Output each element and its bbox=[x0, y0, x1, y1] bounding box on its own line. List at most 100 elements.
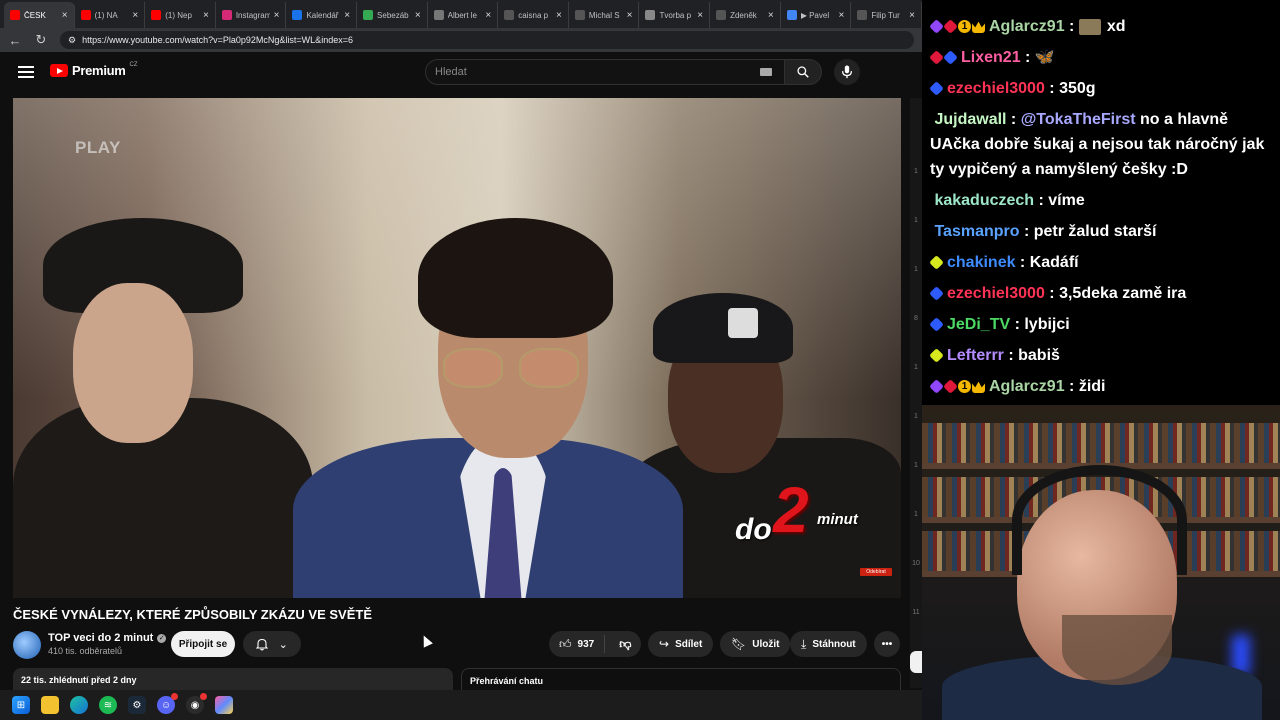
chat-badges: 1 bbox=[929, 379, 985, 395]
chat-text: víme bbox=[1048, 192, 1085, 209]
tab-close-icon[interactable]: × bbox=[415, 10, 421, 21]
chat-replay-label: Přehrávání chatu bbox=[470, 676, 544, 686]
browser-tab[interactable]: Michal S × bbox=[569, 2, 640, 28]
menu-icon[interactable] bbox=[18, 66, 34, 78]
like-button[interactable]: 👍︎ 937 bbox=[549, 635, 606, 653]
browser-tab[interactable]: Sebezáb × bbox=[357, 2, 428, 28]
blue-badge-icon bbox=[929, 286, 944, 302]
chat-username[interactable]: kakaduczech bbox=[934, 192, 1034, 209]
tab-close-icon[interactable]: × bbox=[203, 10, 209, 21]
watermark-do: do bbox=[735, 513, 772, 546]
tab-favicon-icon bbox=[363, 10, 374, 20]
browser-tab[interactable]: Filip Tur × bbox=[851, 2, 922, 28]
tab-favicon-icon bbox=[645, 10, 656, 20]
browser-tab[interactable]: Instagram × bbox=[216, 2, 287, 28]
browser-tab[interactable]: ČESK × bbox=[4, 2, 75, 28]
channel-avatar[interactable] bbox=[13, 631, 41, 659]
search-input[interactable]: Hledat bbox=[425, 59, 785, 85]
browser-tab[interactable]: Zdeněk × bbox=[710, 2, 781, 28]
tab-close-icon[interactable]: × bbox=[132, 10, 138, 21]
tab-favicon-icon bbox=[716, 10, 727, 20]
edge-pill-button[interactable] bbox=[910, 651, 922, 673]
headset-icon bbox=[1012, 465, 1187, 575]
browser-tab[interactable]: Albert le × bbox=[428, 2, 499, 28]
video-player[interactable]: PLAY 2 do minut Odebírat bbox=[13, 98, 901, 598]
tab-close-icon[interactable]: × bbox=[838, 10, 844, 21]
voice-search-button[interactable] bbox=[834, 59, 860, 85]
share-button[interactable]: ↪ Sdílet bbox=[648, 631, 714, 657]
description-box[interactable]: 22 tis. zhlédnutí před 2 dny bbox=[13, 668, 453, 690]
tab-close-icon[interactable]: × bbox=[344, 10, 350, 21]
file-explorer-icon[interactable] bbox=[41, 696, 59, 714]
channel-name-row[interactable]: TOP veci do 2 minut ✓ bbox=[48, 632, 167, 644]
join-button[interactable]: Připojit se bbox=[171, 631, 235, 657]
windows-start-icon[interactable]: ⊞ bbox=[12, 696, 30, 714]
chat-username[interactable]: ezechiel3000 bbox=[947, 80, 1045, 97]
browser-tab[interactable]: (1) NA × bbox=[75, 2, 146, 28]
chat-mention[interactable]: @TokaTheFirst bbox=[1021, 111, 1136, 128]
search-placeholder: Hledat bbox=[435, 66, 467, 78]
obs-icon[interactable]: ◉ bbox=[186, 693, 207, 714]
tab-close-icon[interactable]: × bbox=[274, 10, 280, 21]
chat-username[interactable]: chakinek bbox=[947, 254, 1015, 271]
country-code: CZ bbox=[129, 61, 138, 68]
chat-replay-button[interactable]: Přehrávání chatu bbox=[461, 668, 901, 690]
thumbs-up-icon: 👍︎ bbox=[559, 636, 572, 651]
chat-message: Lefterrr : babiš bbox=[929, 343, 1274, 368]
tab-close-icon[interactable]: × bbox=[909, 10, 915, 21]
reload-icon[interactable]: ↻ bbox=[34, 32, 48, 48]
spotify-icon[interactable]: ≋ bbox=[99, 696, 117, 714]
discord-icon[interactable]: ☺ bbox=[157, 693, 178, 714]
chevron-down-icon: ⌄ bbox=[278, 638, 288, 651]
copilot-icon[interactable] bbox=[215, 696, 233, 714]
channel-name[interactable]: TOP veci do 2 minut bbox=[48, 632, 153, 644]
tab-close-icon[interactable]: × bbox=[62, 10, 68, 21]
notification-button[interactable]: ⌄ bbox=[243, 631, 301, 657]
chat-username[interactable]: ezechiel3000 bbox=[947, 285, 1045, 302]
chat-username[interactable]: Lixen21 bbox=[961, 49, 1021, 66]
chat-username[interactable]: JeDi_TV bbox=[947, 316, 1010, 333]
chat-username[interactable]: Lefterrr bbox=[947, 347, 1004, 364]
edge-browser-icon[interactable] bbox=[70, 696, 88, 714]
subscriber-count: 410 tis. odběratelů bbox=[48, 646, 123, 656]
red-badge-icon bbox=[929, 50, 944, 66]
browser-tab[interactable]: Tvorba p × bbox=[639, 2, 711, 28]
browser-tab[interactable]: Kalendář × bbox=[286, 2, 358, 28]
steam-icon[interactable]: ⚙ bbox=[128, 696, 146, 714]
browser-tab[interactable]: (1) Nep × bbox=[145, 2, 216, 28]
url-field[interactable]: ⚙ https://www.youtube.com/watch?v=Pla0p9… bbox=[60, 31, 914, 49]
screen: ČESK × (1) NA × (1) Nep × Instagram × Kalendář × S… bbox=[0, 0, 1280, 720]
tab-close-icon[interactable]: × bbox=[627, 10, 633, 21]
crown-badge-icon bbox=[972, 381, 985, 394]
tab-close-icon[interactable]: × bbox=[556, 10, 562, 21]
chat-username[interactable]: Jujdawall bbox=[934, 111, 1006, 128]
rail-mark: 1 bbox=[914, 364, 918, 371]
rail-mark: 1 bbox=[914, 462, 918, 469]
more-actions-button[interactable]: ••• bbox=[874, 631, 900, 657]
download-button[interactable]: ⤓ Stáhnout bbox=[790, 631, 867, 657]
crown-badge-icon bbox=[972, 21, 985, 34]
search-button[interactable] bbox=[784, 59, 822, 85]
back-icon[interactable]: ← bbox=[8, 33, 22, 48]
chat-text: babiš bbox=[1018, 347, 1060, 364]
browser-tab[interactable]: caisna p × bbox=[498, 2, 569, 28]
subscribe-overlay-badge[interactable]: Odebírat bbox=[860, 568, 892, 576]
keyboard-icon[interactable] bbox=[760, 68, 772, 76]
chat-text: 350g bbox=[1059, 80, 1096, 97]
site-info-icon[interactable]: ⚙ bbox=[68, 35, 76, 46]
chat-message: kakaduczech : víme bbox=[934, 192, 1085, 209]
tab-close-icon[interactable]: × bbox=[485, 10, 491, 21]
youtube-logo[interactable]: Premium CZ bbox=[50, 61, 138, 78]
tab-close-icon[interactable]: × bbox=[768, 10, 774, 21]
rail-mark: 8 bbox=[914, 315, 918, 322]
chat-username[interactable]: Aglarcz91 bbox=[989, 378, 1065, 395]
tab-close-icon[interactable]: × bbox=[697, 10, 703, 21]
save-button[interactable]: 🔖︎ Uložit bbox=[720, 631, 791, 657]
tab-title: ▶ Pavel bbox=[800, 10, 830, 20]
chat-text: xd bbox=[1106, 18, 1126, 35]
tab-favicon-icon bbox=[10, 10, 20, 20]
dislike-button[interactable]: 👎︎ bbox=[611, 637, 639, 652]
chat-username[interactable]: Tasmanpro bbox=[934, 223, 1019, 240]
browser-tab[interactable]: ▶ Pavel × bbox=[781, 2, 852, 28]
chat-username[interactable]: Aglarcz91 bbox=[989, 18, 1065, 35]
